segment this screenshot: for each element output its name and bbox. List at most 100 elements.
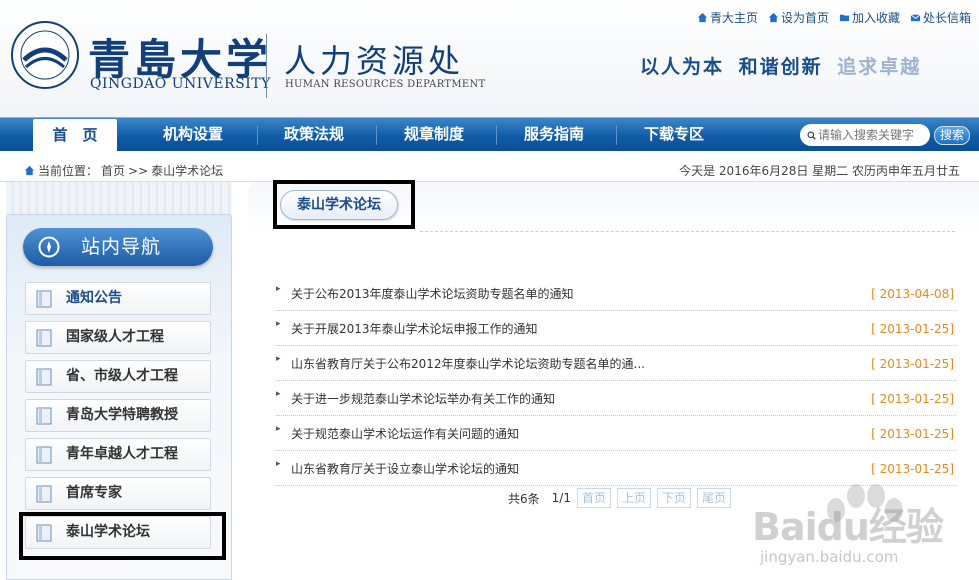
document-icon xyxy=(36,329,52,347)
pager-prev-button[interactable]: 上页 xyxy=(616,488,651,508)
toplink-favorite[interactable]: 加入收藏 xyxy=(839,9,900,26)
nav-regulations[interactable]: 规章制度 xyxy=(380,118,488,151)
breadcrumb-current[interactable]: 泰山学术论坛 xyxy=(151,162,223,179)
bullet-arrow-icon: ▸ xyxy=(276,459,281,469)
news-title[interactable]: 山东省教育厅关于公布2012年度泰山学术论坛资助专题名单的通... xyxy=(291,355,645,372)
watermark-text: Baidu经验 xyxy=(752,505,944,549)
news-item[interactable]: ▸ 关于开展2013年泰山学术论坛申报工作的通知 [ 2013-01-25] xyxy=(276,311,956,346)
sidebar-header: 站内导航 xyxy=(23,228,213,266)
site-header: 青大主页 设为首页 加入收藏 处长信箱 青島大学 QINGDAO UNIVERS… xyxy=(0,0,979,118)
pagination: 共6条 1/1 首页 上页 下页 尾页 xyxy=(508,488,732,508)
pager-next-button[interactable]: 下页 xyxy=(656,488,691,508)
nav-service-guide[interactable]: 服务指南 xyxy=(500,118,608,151)
divider xyxy=(420,231,955,232)
bullet-arrow-icon: ▸ xyxy=(276,354,281,364)
search-input[interactable] xyxy=(818,128,930,142)
news-date: [ 2013-04-08] xyxy=(871,287,954,301)
highlight-box xyxy=(19,512,226,560)
sidebar-item-label: 省、市级人才工程 xyxy=(66,368,178,384)
breadcrumb-separator: >> xyxy=(128,163,149,178)
sidebar-item-provincial-talent[interactable]: 省、市级人才工程 xyxy=(25,360,211,393)
highlight-box xyxy=(273,180,415,229)
bullet-arrow-icon: ▸ xyxy=(276,389,281,399)
watermark-url: jingyan.baidu.com xyxy=(760,548,899,566)
breadcrumb-home-link[interactable]: 首页 xyxy=(101,162,125,179)
department-title: 人力资源处 xyxy=(284,42,465,80)
news-title[interactable]: 关于规范泰山学术论坛运作有关问题的通知 xyxy=(291,425,519,442)
nav-home[interactable]: 首 页 xyxy=(33,119,117,153)
news-title[interactable]: 关于开展2013年泰山学术论坛申报工作的通知 xyxy=(291,320,538,337)
current-date: 今天是 2016年6月28日 星期二 农历丙申年五月廿五 xyxy=(679,164,960,178)
logo-divider xyxy=(266,34,267,98)
slogan-part: 以人为本 xyxy=(640,56,725,78)
news-date: [ 2013-01-25] xyxy=(871,427,954,441)
toplink-set-home[interactable]: 设为首页 xyxy=(768,9,829,26)
department-subtitle: HUMAN RESOURCES DEPARTMENT xyxy=(285,79,486,90)
sidebar-item-national-talent[interactable]: 国家级人才工程 xyxy=(25,321,211,354)
news-date: [ 2013-01-25] xyxy=(871,392,954,406)
toplink-label: 青大主页 xyxy=(709,11,758,25)
sidebar-item-chief-expert[interactable]: 首席专家 xyxy=(25,477,211,510)
toplink-label: 处长信箱 xyxy=(922,11,971,25)
news-title[interactable]: 山东省教育厅关于设立泰山学术论坛的通知 xyxy=(291,460,519,477)
home-icon xyxy=(768,12,779,23)
sidebar-item-distinguished-professor[interactable]: 青岛大学特聘教授 xyxy=(25,399,211,432)
document-icon xyxy=(36,407,52,425)
bullet-arrow-icon: ▸ xyxy=(276,424,281,434)
toplink-label: 加入收藏 xyxy=(851,11,900,25)
pager-first-button[interactable]: 首页 xyxy=(576,488,611,508)
sidebar-item-young-talent[interactable]: 青年卓越人才工程 xyxy=(25,438,211,471)
main-nav: 首 页 机构设置 政策法规 规章制度 服务指南 下载专区 搜索 xyxy=(0,117,979,153)
news-title[interactable]: 关于进一步规范泰山学术论坛举办有关工作的通知 xyxy=(291,390,555,407)
sidebar-item-label: 首席专家 xyxy=(66,485,122,501)
slogan-part: 追求卓越 xyxy=(837,56,922,78)
breadcrumb: 当前位置： 首页 >> 泰山学术论坛 xyxy=(24,162,223,179)
search-box xyxy=(800,124,930,146)
nav-organization[interactable]: 机构设置 xyxy=(137,118,249,151)
home-icon xyxy=(24,165,35,176)
sidebar-item-notices[interactable]: 通知公告 xyxy=(25,282,211,315)
news-title[interactable]: 关于公布2013年度泰山学术论坛资助专题名单的通知 xyxy=(291,285,574,302)
slogan: 以人为本 和谐创新 追求卓越 xyxy=(640,52,921,79)
sidebar-item-label: 青年卓越人才工程 xyxy=(66,446,178,462)
home-icon xyxy=(697,12,708,23)
search-icon xyxy=(807,130,816,140)
news-date: [ 2013-01-25] xyxy=(871,357,954,371)
sidebar-item-label: 青岛大学特聘教授 xyxy=(66,407,178,423)
nav-policies[interactable]: 政策法规 xyxy=(260,118,368,151)
bullet-arrow-icon: ▸ xyxy=(276,319,281,329)
news-list: ▸ 关于公布2013年度泰山学术论坛资助专题名单的通知 [ 2013-04-08… xyxy=(276,276,956,486)
top-links: 青大主页 设为首页 加入收藏 处长信箱 xyxy=(697,9,971,26)
sidebar-item-label: 国家级人才工程 xyxy=(66,329,164,345)
pager-last-button[interactable]: 尾页 xyxy=(697,488,732,508)
document-icon xyxy=(36,290,52,308)
document-icon xyxy=(36,368,52,386)
breadcrumb-prefix: 当前位置： xyxy=(38,164,99,178)
nav-separator xyxy=(257,125,258,145)
pager-total: 共6条 xyxy=(508,491,540,506)
document-icon xyxy=(36,485,52,503)
toplink-mailbox[interactable]: 处长信箱 xyxy=(910,9,971,26)
bullet-arrow-icon: ▸ xyxy=(276,284,281,294)
news-date: [ 2013-01-25] xyxy=(871,322,954,336)
nav-separator xyxy=(616,125,617,145)
news-item[interactable]: ▸ 山东省教育厅关于公布2012年度泰山学术论坛资助专题名单的通... [ 20… xyxy=(276,346,956,381)
sidebar-title: 站内导航 xyxy=(81,236,162,258)
compass-icon xyxy=(38,236,60,258)
news-item[interactable]: ▸ 关于规范泰山学术论坛运作有关问题的通知 [ 2013-01-25] xyxy=(276,416,956,451)
toplink-qdu-home[interactable]: 青大主页 xyxy=(697,9,758,26)
breadcrumb-bar: 当前位置： 首页 >> 泰山学术论坛 今天是 2016年6月28日 星期二 农历… xyxy=(0,156,979,182)
news-item[interactable]: ▸ 关于进一步规范泰山学术论坛举办有关工作的通知 [ 2013-01-25] xyxy=(276,381,956,416)
search-button[interactable]: 搜索 xyxy=(934,126,970,145)
document-icon xyxy=(36,446,52,464)
sidebar-item-label: 通知公告 xyxy=(66,290,122,306)
pager-page: 1/1 xyxy=(551,491,571,505)
sidebar-banner-image xyxy=(6,182,232,216)
university-emblem-icon xyxy=(11,21,79,89)
toplink-label: 设为首页 xyxy=(780,11,829,25)
nav-separator xyxy=(496,125,497,145)
mail-icon xyxy=(910,14,921,22)
logo-english-name: QINGDAO UNIVERSITY xyxy=(90,76,271,92)
news-item[interactable]: ▸ 关于公布2013年度泰山学术论坛资助专题名单的通知 [ 2013-04-08… xyxy=(276,276,956,311)
nav-downloads[interactable]: 下载专区 xyxy=(620,118,728,151)
